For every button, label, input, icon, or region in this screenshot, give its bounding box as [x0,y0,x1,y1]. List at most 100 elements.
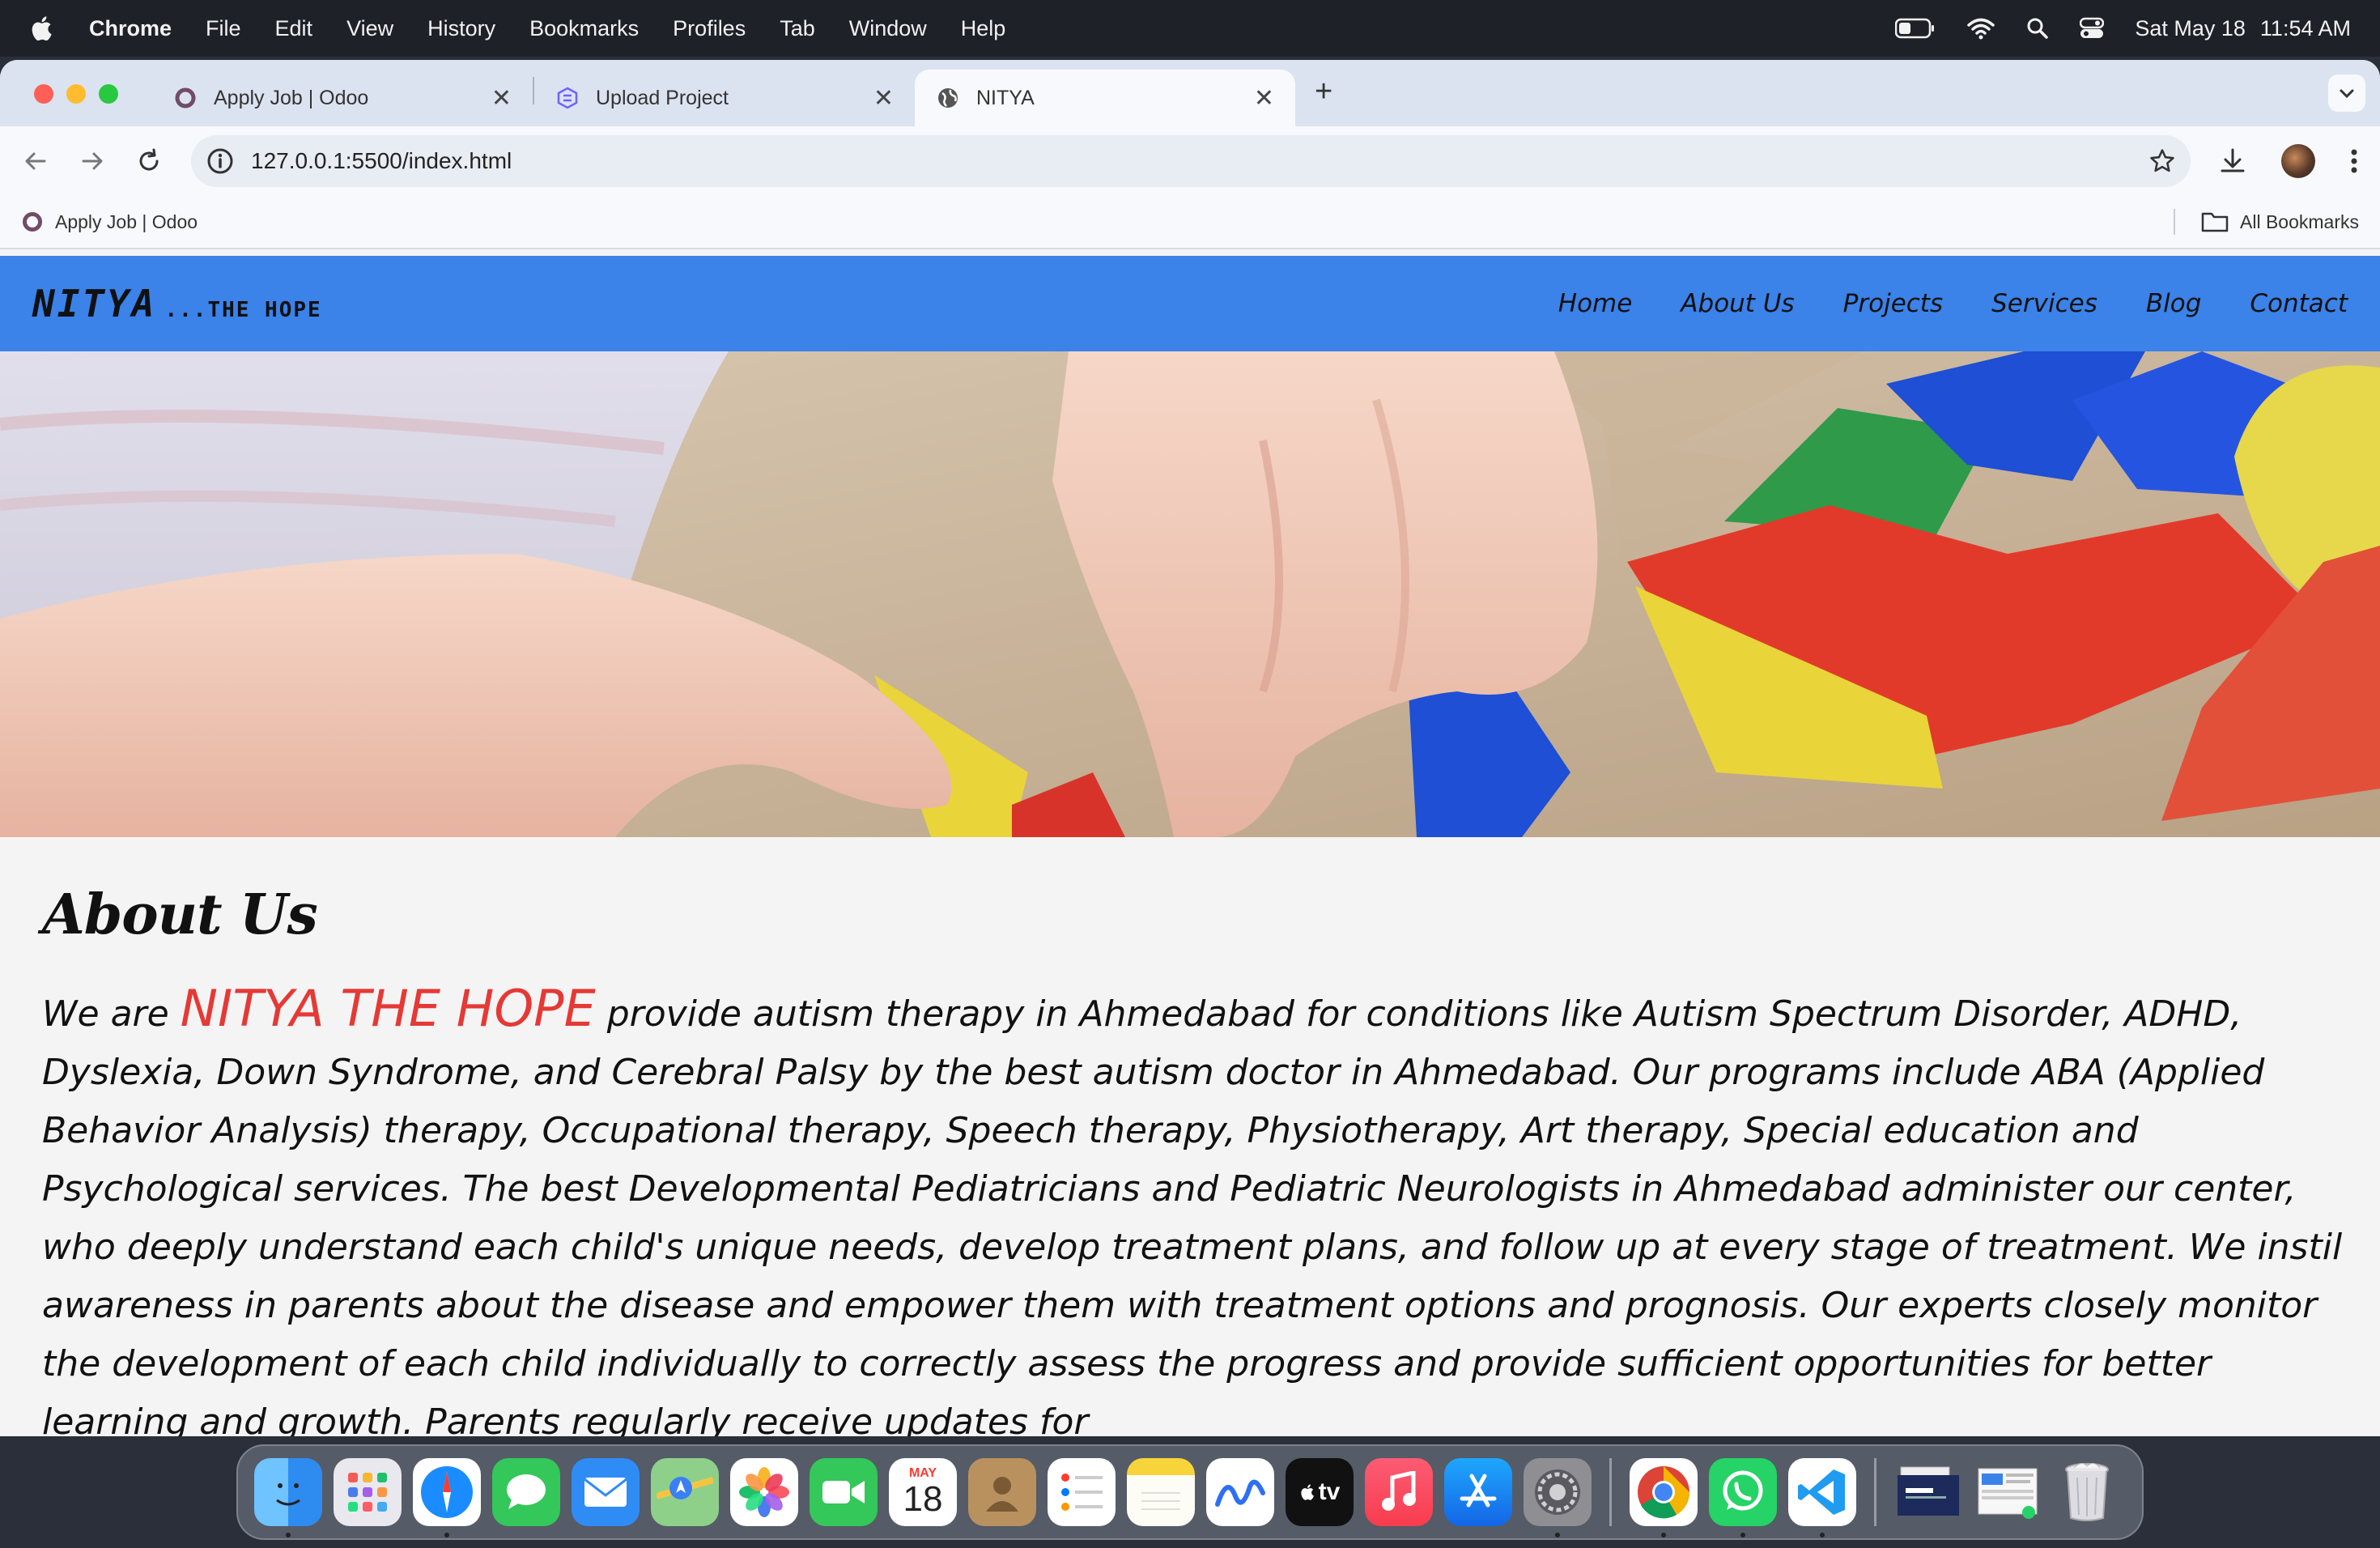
downloads-stack-icon[interactable] [1894,1458,1962,1526]
nav-link-home[interactable]: Home [1558,289,1633,318]
about-body: provide autism therapy in Ahmedabad for … [42,993,2343,1436]
running-indicator [1555,1533,1560,1537]
menu-window[interactable]: Window [849,16,927,41]
about-heading: About Us [42,882,318,947]
nav-link-services[interactable]: Services [1991,289,2097,318]
macos-dock: MAY 18 tv [236,1444,2144,1540]
running-indicator [444,1533,449,1537]
macos-menu-bar: Chrome File Edit View History Bookmarks … [0,0,2380,57]
tab-search-button[interactable] [2328,74,2365,112]
back-button[interactable] [21,147,50,176]
vscode-icon[interactable] [1788,1458,1856,1537]
menu-help[interactable]: Help [961,16,1006,41]
photos-icon[interactable] [730,1458,798,1526]
apple-logo-icon[interactable] [29,15,57,42]
menu-history[interactable]: History [427,16,495,41]
nav-link-contact[interactable]: Contact [2250,289,2348,318]
menu-app-name[interactable]: Chrome [89,16,172,41]
facetime-icon[interactable] [810,1458,878,1526]
nav-link-blog[interactable]: Blog [2146,289,2202,318]
calendar-icon[interactable]: MAY 18 [889,1458,957,1526]
arrow-right-icon [82,152,103,170]
chevron-down-icon [2340,89,2354,99]
menu-date: Sat May 18 [2135,15,2246,40]
tab-close-icon[interactable]: ✕ [873,84,894,113]
system-settings-icon[interactable] [1524,1458,1592,1537]
music-icon[interactable] [1365,1458,1433,1526]
all-bookmarks-button[interactable]: All Bookmarks [2240,211,2359,233]
finder-icon[interactable] [254,1458,322,1537]
whatsapp-icon[interactable] [1709,1458,1777,1537]
messages-icon[interactable] [492,1458,560,1526]
forward-button[interactable] [78,147,107,176]
folder-icon [2201,212,2229,232]
about-section: About Us We are NITYA THE HOPE provide a… [0,837,2380,1436]
menu-bookmarks[interactable]: Bookmarks [529,16,639,41]
maximize-window-button[interactable] [99,84,118,104]
globe-icon [938,88,958,108]
about-intro-prefix: We are [42,993,181,1035]
battery-icon[interactable] [1895,18,1936,39]
menu-file[interactable]: File [206,16,241,41]
bookmarks-divider [2174,209,2176,235]
browser-window: Apply Job | Odoo ✕ Upload Project ✕ NITY… [0,60,2380,1436]
reminders-icon[interactable] [1048,1458,1116,1526]
mail-icon[interactable] [572,1458,640,1526]
app-store-icon[interactable] [1444,1458,1512,1526]
chrome-icon[interactable] [1630,1458,1698,1537]
wifi-icon[interactable] [1966,17,1995,40]
reload-icon [139,148,159,171]
bookmark-star-icon[interactable] [2148,147,2176,175]
apple-tv-icon[interactable]: tv [1286,1458,1354,1526]
control-center-icon[interactable] [2080,17,2105,40]
notes-icon[interactable] [1127,1458,1195,1526]
launchpad-icon[interactable] [334,1458,402,1526]
odoo-icon [175,87,196,108]
brand-tagline: ...THE HOPE [164,298,322,322]
tab-nitya[interactable]: NITYA ✕ [915,70,1295,126]
menu-clock[interactable]: Sat May 18 11:54 AM [2135,16,2351,41]
about-highlight: NITYA THE HOPE [180,979,596,1038]
new-tab-button[interactable]: + [1315,74,1332,109]
dock-separator [1874,1458,1876,1526]
menu-profiles[interactable]: Profiles [673,16,746,41]
tab-close-icon[interactable]: ✕ [1254,84,1274,113]
tab-apply-job[interactable]: Apply Job | Odoo ✕ [152,70,533,126]
spotlight-search-icon[interactable] [2026,17,2049,40]
tab-upload-project[interactable]: Upload Project ✕ [534,70,915,126]
profile-avatar[interactable] [2281,144,2315,178]
tab-strip: Apply Job | Odoo ✕ Upload Project ✕ NITY… [0,60,2380,126]
menu-view[interactable]: View [346,16,393,41]
hero-photo-illustration [0,351,2380,837]
tab-title: Apply Job | Odoo [214,86,369,109]
window-controls [34,84,118,104]
url-text[interactable]: 127.0.0.1:5500/index.html [251,148,2148,174]
running-indicator [286,1533,291,1537]
site-info-icon[interactable] [206,147,235,176]
site-logo[interactable]: NITYA ...THE HOPE [32,282,322,325]
odoo-icon [23,212,42,232]
close-window-button[interactable] [34,84,53,104]
safari-icon[interactable] [413,1458,481,1537]
download-icon[interactable] [2218,147,2247,176]
screenshots-stack-icon[interactable] [1974,1458,2042,1526]
nav-link-projects[interactable]: Projects [1843,289,1943,318]
menu-edit[interactable]: Edit [275,16,313,41]
menu-tab[interactable]: Tab [780,16,815,41]
nav-link-about-us[interactable]: About Us [1681,289,1794,318]
contacts-icon[interactable] [968,1458,1036,1526]
brand-name: NITYA [32,282,157,325]
more-menu-icon[interactable] [2349,147,2359,176]
bookmark-apply-job[interactable]: Apply Job | Odoo [55,211,198,233]
freeform-icon[interactable] [1206,1458,1274,1526]
minimize-window-button[interactable] [66,84,86,104]
trash-icon[interactable] [2053,1458,2121,1526]
tab-close-icon[interactable]: ✕ [491,84,512,113]
running-indicator [1820,1533,1825,1537]
address-bar[interactable]: 127.0.0.1:5500/index.html [191,135,2191,187]
maps-icon[interactable] [651,1458,719,1526]
upload-project-icon [557,87,578,109]
reload-button[interactable] [134,147,164,176]
site-navbar: NITYA ...THE HOPE Home About Us Projects… [0,256,2380,351]
dock-separator [1609,1458,1612,1526]
